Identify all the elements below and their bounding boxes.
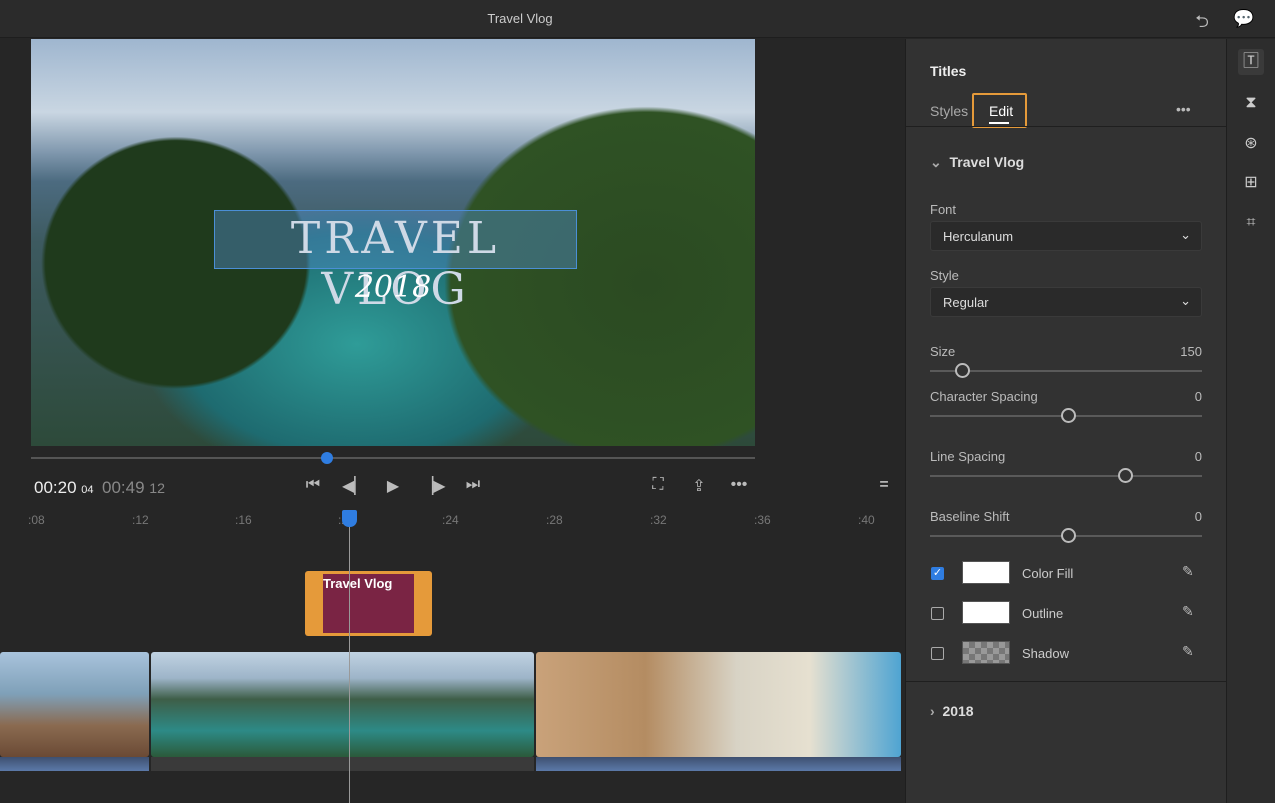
playhead-line (349, 520, 350, 803)
character-spacing-slider[interactable] (930, 408, 1202, 423)
slider-value[interactable]: 150 (1180, 344, 1202, 359)
title-bar: Travel Vlog ⮌ 💬 (0, 0, 1275, 38)
color-fill-label: Color Fill (1022, 566, 1074, 581)
slider-value[interactable]: 0 (1195, 509, 1202, 524)
font-label: Font (930, 202, 957, 217)
slider-value[interactable]: 0 (1195, 389, 1202, 404)
color-fill-swatch[interactable] (962, 561, 1010, 584)
comment-icon[interactable]: 💬 (1233, 9, 1254, 29)
chevron-down-icon: ⌄ (1180, 227, 1191, 242)
line-spacing-slider[interactable] (930, 468, 1202, 483)
chevron-right-icon: › (930, 703, 935, 719)
audio-waveform (0, 757, 149, 771)
outline-label: Outline (1022, 606, 1064, 621)
more-options-icon[interactable]: ••• (1176, 101, 1191, 117)
current-time: 00:20 (34, 478, 77, 497)
tab-edit[interactable]: Edit (972, 93, 1027, 128)
fit-icon[interactable]: ⛶ (647, 476, 669, 494)
audio-icon[interactable]: ⊞ (1238, 170, 1264, 196)
menu-icon[interactable]: = (873, 476, 895, 494)
ruler-tick: :16 (235, 513, 252, 527)
current-frames: 04 (81, 484, 94, 496)
slider-value[interactable]: 0 (1195, 449, 1202, 464)
shadow-label: Shadow (1022, 646, 1069, 661)
color-icon[interactable]: ⊛ (1238, 131, 1264, 157)
baseline-shift-slider[interactable] (930, 528, 1202, 543)
color-fill-checkbox[interactable]: ✓ (931, 567, 944, 580)
shadow-swatch[interactable] (962, 641, 1010, 664)
titles-icon[interactable]: 🅃 (1238, 49, 1264, 75)
more-icon[interactable]: ••• (728, 476, 750, 494)
transitions-icon[interactable]: ⧗ (1238, 90, 1264, 116)
outline-swatch[interactable] (962, 601, 1010, 624)
ruler-tick: :08 (28, 513, 45, 527)
slider-thumb[interactable] (955, 363, 970, 378)
share-icon[interactable]: ⇪ (688, 476, 710, 496)
slider-thumb[interactable] (1118, 468, 1133, 483)
title-clip[interactable]: Travel Vlog (305, 571, 432, 636)
eyedropper-icon[interactable]: ✎ (1182, 643, 1194, 660)
slider-thumb[interactable] (1061, 528, 1076, 543)
slider-label: Baseline Shift (930, 509, 1010, 524)
title-sub-text[interactable]: 2018 (31, 270, 755, 305)
window-title: Travel Vlog (487, 11, 553, 26)
style-label: Style (930, 268, 959, 283)
eyedropper-icon[interactable]: ✎ (1182, 563, 1194, 580)
divider (906, 126, 1226, 127)
ruler-tick: :28 (546, 513, 563, 527)
chevron-down-icon: ⌄ (1180, 293, 1191, 308)
video-clip[interactable] (151, 652, 534, 757)
section-2018[interactable]: › 2018 (930, 703, 974, 719)
tab-styles[interactable]: Styles (930, 103, 968, 119)
scrub-thumb[interactable] (321, 452, 333, 464)
crop-icon[interactable]: ⌗ (1238, 210, 1264, 236)
ruler-tick: :32 (650, 513, 667, 527)
step-back-icon[interactable]: ◀▏ (342, 476, 367, 496)
video-clip[interactable] (0, 652, 149, 757)
title-clip-label: Travel Vlog (323, 576, 393, 591)
go-to-start-icon[interactable]: ⏮ (302, 476, 324, 494)
panel-header: Titles (930, 63, 967, 79)
style-dropdown[interactable]: Regular ⌄ (930, 287, 1202, 317)
video-clip[interactable] (536, 652, 901, 757)
total-frames: 12 (149, 481, 166, 497)
video-preview[interactable]: TRAVEL VLOG 2018 (31, 39, 755, 446)
section-travel-vlog[interactable]: ⌄ Travel Vlog (930, 154, 1024, 171)
undo-icon[interactable]: ⮌ (1192, 9, 1212, 31)
audio-waveform (151, 757, 534, 771)
playhead-handle[interactable] (342, 510, 357, 527)
go-to-end-icon[interactable]: ⏭ (462, 476, 484, 494)
slider-label: Line Spacing (930, 449, 1006, 464)
title-text-box[interactable]: TRAVEL VLOG (214, 210, 577, 315)
outline-checkbox[interactable] (931, 607, 944, 620)
total-timecode: 00:49 12 (102, 478, 165, 498)
total-time: 00:49 (102, 478, 145, 497)
style-value: Regular (943, 295, 989, 310)
slider-label: Character Spacing (930, 389, 1038, 404)
ruler-tick: :24 (442, 513, 459, 527)
titles-panel: Titles Styles Edit ••• ⌄ Travel Vlog Fon… (905, 39, 1226, 803)
ruler-tick: :40 (858, 513, 875, 527)
slider-thumb[interactable] (1061, 408, 1076, 423)
tab-underline (989, 122, 1009, 124)
eyedropper-icon[interactable]: ✎ (1182, 603, 1194, 620)
current-timecode: 00:20 04 (34, 478, 94, 498)
step-forward-icon[interactable]: ▕▶ (421, 476, 446, 496)
font-value: Herculanum (943, 229, 1014, 244)
tab-edit-label: Edit (989, 103, 1014, 119)
scrub-bar[interactable] (31, 457, 755, 459)
audio-waveform (536, 757, 901, 771)
shadow-checkbox[interactable] (931, 647, 944, 660)
chevron-down-icon: ⌄ (930, 154, 942, 170)
tool-rail: 🅃 ⧗ ⊛ ⊞ ⌗ (1226, 39, 1275, 803)
ruler-tick: :36 (754, 513, 771, 527)
play-icon[interactable]: ▶ (382, 476, 404, 496)
ruler-tick: :12 (132, 513, 149, 527)
font-dropdown[interactable]: Herculanum ⌄ (930, 221, 1202, 251)
divider (906, 681, 1226, 682)
slider-label: Size (930, 344, 956, 359)
section-label: 2018 (942, 703, 974, 719)
section-label: Travel Vlog (949, 154, 1025, 170)
size-slider[interactable] (930, 363, 1202, 378)
